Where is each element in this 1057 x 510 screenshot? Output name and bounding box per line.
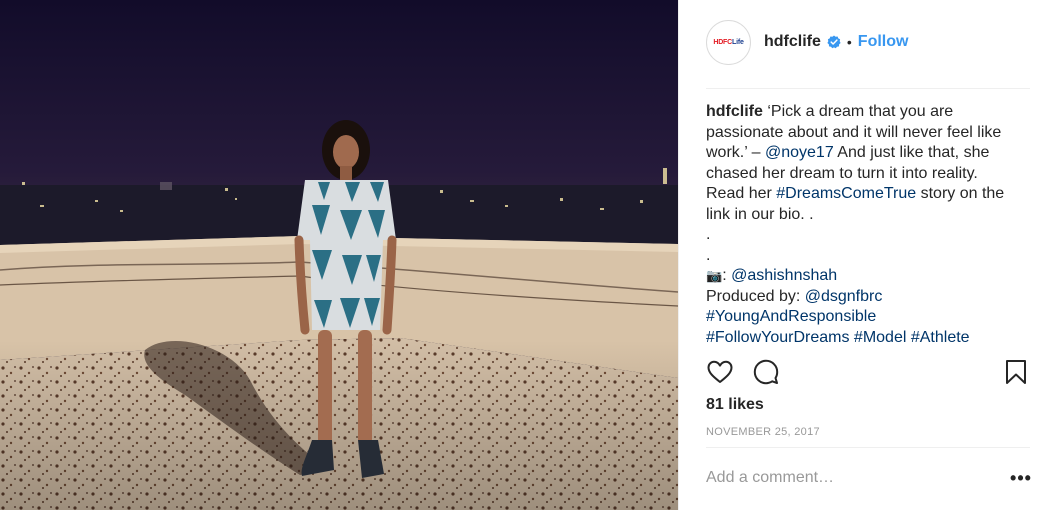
caption-line: Produced by: @dsgnfbrc (706, 287, 883, 305)
post-caption: hdfclife ‘Pick a dream that you are pass… (706, 102, 1036, 348)
heart-icon (707, 360, 733, 389)
post-date[interactable]: NOVEMBER 25, 2017 (706, 426, 820, 438)
username-row: hdfclife • Follow (764, 33, 908, 51)
header-divider (706, 88, 1030, 89)
post-header: HDFCLife hdfclife • Follow (679, 0, 1057, 88)
post-photo[interactable] (0, 0, 678, 510)
caption-line: 📷: @ashishnshah (706, 267, 838, 284)
hashtag-athlete[interactable]: #Athlete (911, 329, 970, 346)
caption-line: . (706, 246, 711, 264)
verified-badge-icon (827, 35, 841, 49)
follow-button[interactable]: Follow (858, 33, 909, 51)
hashtag-dreamscometrue[interactable]: #DreamsComeTrue (776, 185, 916, 202)
comment-divider (706, 447, 1030, 448)
post-image (0, 0, 678, 510)
mention-ashishnshah[interactable]: @ashishnshah (731, 267, 837, 284)
caption-line: #YoungAndResponsible (706, 307, 1036, 328)
hashtag-followyourdreams[interactable]: #FollowYourDreams (706, 329, 849, 346)
likes-count[interactable]: 81 likes (706, 396, 764, 414)
caption-line: chased her dream to turn it into reality… (706, 164, 978, 182)
comment-button[interactable] (752, 359, 780, 390)
hashtag-youngandresponsible[interactable]: #YoungAndResponsible (706, 308, 876, 325)
camera-icon: 📷 (706, 268, 723, 283)
more-options-icon[interactable]: ••• (1009, 468, 1033, 488)
hdfc-life-logo: HDFCLife (713, 39, 744, 46)
post-sidebar: HDFCLife hdfclife • Follow hdfclife ‘Pic… (678, 0, 1057, 510)
comment-bubble-icon (753, 359, 779, 390)
separator-dot: • (846, 34, 852, 50)
save-button[interactable] (1002, 359, 1030, 390)
action-bar (706, 359, 1030, 390)
username-link[interactable]: hdfclife (764, 33, 821, 51)
mention-noye17[interactable]: @noye17 (765, 144, 834, 161)
caption-line: #FollowYourDreams #Model #Athlete (706, 328, 1036, 349)
hashtag-model[interactable]: #Model (854, 329, 906, 346)
caption-line: Read her #DreamsComeTrue story on the (706, 185, 1005, 202)
mention-dsgnfbrc[interactable]: @dsgnfbrc (805, 288, 883, 305)
avatar[interactable]: HDFCLife (706, 20, 751, 65)
caption-line: work.’ – @noye17 And just like that, she (706, 144, 990, 161)
caption-line: . (706, 226, 711, 243)
caption-username[interactable]: hdfclife (706, 103, 763, 120)
caption-line: link in our bio. . (706, 205, 814, 223)
caption-line: passionate about and it will never feel … (706, 123, 1002, 141)
comment-input[interactable] (706, 466, 996, 490)
bookmark-icon (1005, 359, 1027, 390)
like-button[interactable] (706, 360, 734, 388)
caption-line: hdfclife ‘Pick a dream that you are (706, 103, 954, 120)
